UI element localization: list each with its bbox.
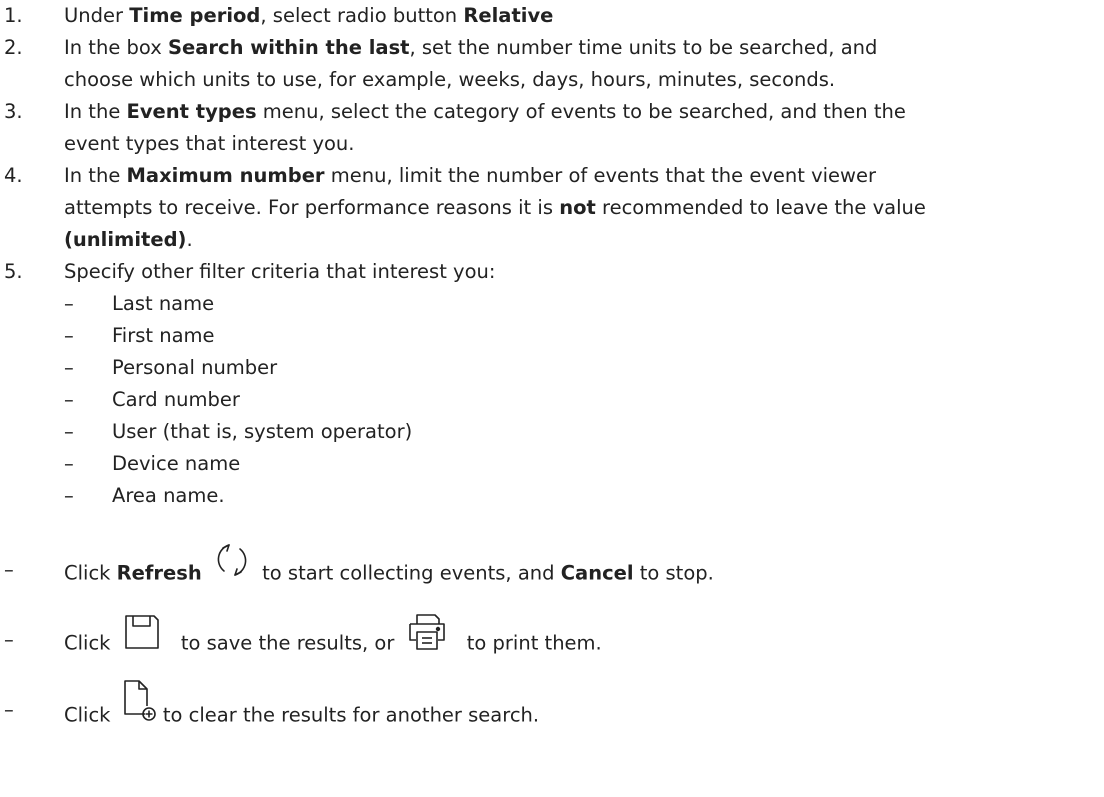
criteria-label: Last name [112,292,215,315]
step-number: 4. [4,164,23,187]
criteria-item: – User (that is, system operator) [0,416,1104,448]
criteria-label: First name [112,324,215,347]
list-dash: – [64,324,74,347]
step-text-line-2: event types that interest you. [64,132,355,155]
step-text-line-1: In the Event types menu, select the cate… [64,100,906,123]
criteria-label: User (that is, system operator) [112,420,413,443]
clear-instruction: – Click to clear the results for another… [0,672,1104,732]
refresh-text: Click Refresh to start collecting events… [64,544,1100,594]
save-print-text: Click to save the results, or to print t… [64,614,1100,664]
step-1: 1. Under Time period, select radio butto… [0,0,1104,32]
step-3: 3. In the Event types menu, select the c… [0,96,1104,160]
step-text-line-2: attempts to receive. For performance rea… [64,196,926,219]
step-text-line-3: (unlimited). [64,228,193,251]
step-text-line-1: In the box Search within the last, set t… [64,36,878,59]
criteria-item: – First name [0,320,1104,352]
step-number: 5. [4,260,23,283]
print-icon[interactable] [407,612,447,652]
step-text-line-2: choose which units to use, for example, … [64,68,836,91]
list-dash: – [4,628,14,651]
criteria-label: Area name. [112,484,225,507]
list-dash: – [64,484,74,507]
list-dash: – [64,356,74,379]
list-dash: – [64,420,74,443]
new-document-icon[interactable] [121,678,157,722]
criteria-item: – Last name [0,288,1104,320]
save-print-instruction: – Click to save the results, or to print… [0,602,1104,662]
step-number: 3. [4,100,23,123]
criteria-label: Device name [112,452,241,475]
criteria-label: Card number [112,388,240,411]
criteria-item: – Card number [0,384,1104,416]
step-5: 5. Specify other filter criteria that in… [0,256,1104,288]
criteria-item: – Device name [0,448,1104,480]
save-icon[interactable] [123,613,161,651]
step-text: Specify other filter criteria that inter… [64,260,496,283]
list-dash: – [64,292,74,315]
step-4: 4. In the Maximum number menu, limit the… [0,160,1104,256]
step-2: 2. In the box Search within the last, se… [0,32,1104,96]
step-number: 2. [4,36,23,59]
criteria-label: Personal number [112,356,278,379]
list-dash: – [4,698,14,721]
step-text-line-1: In the Maximum number menu, limit the nu… [64,164,876,187]
clear-text: Click to clear the results for another s… [64,680,1100,738]
step-number: 1. [4,4,23,27]
list-dash: – [4,558,14,581]
refresh-icon[interactable] [212,540,252,580]
list-dash: – [64,388,74,411]
list-dash: – [64,452,74,475]
criteria-item: – Personal number [0,352,1104,384]
criteria-item: – Area name. [0,480,1104,512]
step-text: Under Time period, select radio button R… [64,4,554,27]
refresh-instruction: – Click Refresh to start collecting even… [0,532,1104,592]
